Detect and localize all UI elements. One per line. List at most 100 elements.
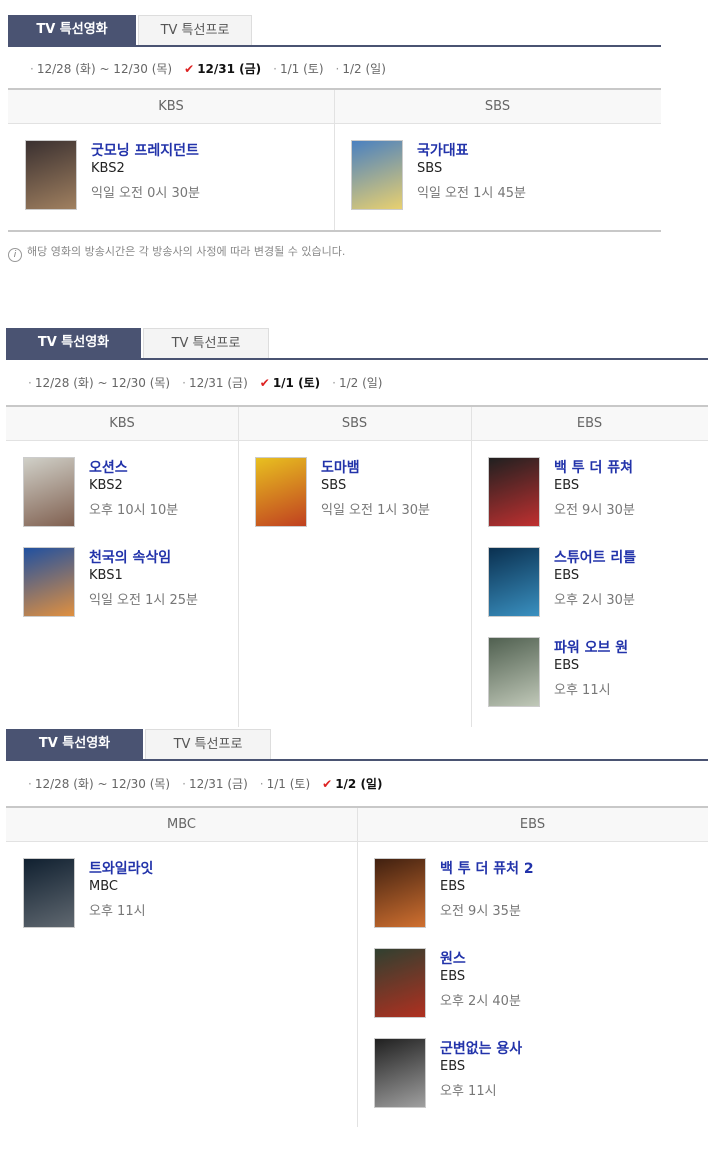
channel-grid: KBS 오션스 KBS2 오후 10시 10분 천국의 속삭임 KBS1 익일 오전 1시 … xyxy=(6,405,708,727)
date-option[interactable]: · 12/31 (금) xyxy=(182,376,248,390)
movie-channel: EBS xyxy=(440,969,466,984)
schedule-notice: i 해당 영화의 방송시간은 각 방송사의 사정에 따라 변경될 수 있습니다. xyxy=(8,243,345,262)
movie-item: 트와일라잇 MBC 오후 11시 xyxy=(23,858,350,930)
movie-title-link[interactable]: 백 투 더 퓨쳐 xyxy=(554,457,633,477)
movie-time: 오후 11시 xyxy=(89,904,146,919)
tab-bar: TV 특선영화 TV 특선프로 xyxy=(8,15,661,47)
movie-channel: EBS xyxy=(554,478,580,493)
date-selector: · 12/28 (화) ~ 12/30 (목) ✔ 12/31 (금) · 1/1 (토)… xyxy=(30,60,398,77)
movie-poster-icon[interactable] xyxy=(255,457,307,527)
column-divider xyxy=(357,808,358,1127)
movie-poster-icon[interactable] xyxy=(488,637,540,707)
movie-poster-icon[interactable] xyxy=(23,547,75,617)
bullet-icon: · xyxy=(182,777,186,791)
channel-grid: MBC 트와일라잇 MBC 오후 11시 EBS 백 투 더 퓨처 2 EBS 오전 9시 3… xyxy=(6,806,708,1127)
movie-item: 굿모닝 프레지던트 KBS2 익일 오전 0시 30분 xyxy=(25,140,327,212)
date-label: 12/31 (금) xyxy=(188,376,248,390)
date-label: 1/1 (토) xyxy=(272,376,321,390)
movie-time: 오전 9시 30분 xyxy=(554,503,635,518)
movie-item: 파워 오브 원 EBS 오후 11시 xyxy=(488,637,701,709)
movie-channel: KBS2 xyxy=(89,478,123,493)
channel-grid: KBS 굿모닝 프레지던트 KBS2 익일 오전 0시 30분 SBS 국가대표 SBS 익일… xyxy=(8,88,661,232)
movie-item: 백 투 더 퓨쳐 EBS 오전 9시 30분 xyxy=(488,457,701,529)
date-label: 1/2 (일) xyxy=(342,62,386,76)
movie-poster-icon[interactable] xyxy=(374,858,426,928)
date-selector: · 12/28 (화) ~ 12/30 (목) · 12/31 (금) ✔ 1/1 (토)… xyxy=(28,374,394,391)
movie-channel: EBS xyxy=(440,1059,466,1074)
movie-time: 오후 10시 10분 xyxy=(89,503,179,518)
movie-title-link[interactable]: 트와일라잇 xyxy=(89,858,153,878)
date-option[interactable]: · 12/28 (화) ~ 12/30 (목) xyxy=(28,376,170,390)
date-option[interactable]: ✔ 1/1 (토) xyxy=(260,376,320,390)
movie-poster-icon[interactable] xyxy=(23,858,75,928)
date-label: 12/31 (금) xyxy=(188,777,248,791)
movie-title-link[interactable]: 오션스 xyxy=(89,457,128,477)
date-option[interactable]: · 1/2 (일) xyxy=(336,62,386,76)
movie-title-link[interactable]: 백 투 더 퓨처 2 xyxy=(440,858,534,878)
movie-title-link[interactable]: 국가대표 xyxy=(417,140,469,160)
movie-poster-icon[interactable] xyxy=(374,1038,426,1108)
movie-poster-icon[interactable] xyxy=(25,140,77,210)
listing-panel: TV 특선영화 TV 특선프로 · 12/28 (화) ~ 12/30 (목) · 12/… xyxy=(6,328,708,765)
date-option[interactable]: · 1/1 (토) xyxy=(260,777,310,791)
date-option[interactable]: ✔ 12/31 (금) xyxy=(184,62,261,76)
date-option[interactable]: · 12/31 (금) xyxy=(182,777,248,791)
check-icon: ✔ xyxy=(322,777,333,791)
movie-title-link[interactable]: 원스 xyxy=(440,948,466,968)
movie-channel: EBS xyxy=(554,568,580,583)
movie-title-link[interactable]: 천국의 속삭임 xyxy=(89,547,171,567)
movie-title-link[interactable]: 스튜어트 리틀 xyxy=(554,547,636,567)
date-label: 12/28 (화) ~ 12/30 (목) xyxy=(34,777,171,791)
movie-time: 익일 오전 0시 30분 xyxy=(91,186,200,201)
date-selector: · 12/28 (화) ~ 12/30 (목) · 12/31 (금) · 1/1 (토)… xyxy=(28,775,394,792)
bullet-icon: · xyxy=(259,777,264,791)
movie-item: 군변없는 용사 EBS 오후 11시 xyxy=(374,1038,701,1110)
date-option[interactable]: ✔ 1/2 (일) xyxy=(322,777,382,791)
date-label: 12/31 (금) xyxy=(197,62,262,76)
movie-poster-icon[interactable] xyxy=(23,457,75,527)
notice-text: 해당 영화의 방송시간은 각 방송사의 사정에 따라 변경될 수 있습니다. xyxy=(27,245,346,258)
movie-poster-icon[interactable] xyxy=(488,547,540,617)
date-option[interactable]: · 1/1 (토) xyxy=(273,62,323,76)
bullet-icon: · xyxy=(30,62,34,76)
column-divider xyxy=(471,407,472,727)
bullet-icon: · xyxy=(332,376,336,390)
date-label: 1/2 (일) xyxy=(338,376,383,390)
column-divider xyxy=(238,407,239,727)
date-option[interactable]: · 12/28 (화) ~ 12/30 (목) xyxy=(28,777,170,791)
channel-header: MBC xyxy=(6,808,357,842)
column-divider xyxy=(334,90,335,232)
movie-title-link[interactable]: 도마뱀 xyxy=(321,457,360,477)
movie-poster-icon[interactable] xyxy=(351,140,403,210)
tab-bar: TV 특선영화 TV 특선프로 xyxy=(6,729,708,761)
listing-panel: TV 특선영화 TV 특선프로 · 12/28 (화) ~ 12/30 (목) ✔ 12/… xyxy=(8,15,661,270)
movie-channel: KBS1 xyxy=(89,568,123,583)
date-option[interactable]: · 1/2 (일) xyxy=(332,376,382,390)
check-icon: ✔ xyxy=(184,62,195,76)
movie-channel: KBS2 xyxy=(91,161,125,176)
bullet-icon: · xyxy=(273,62,277,76)
movie-time: 오후 11시 xyxy=(554,683,611,698)
tab-movie[interactable]: TV 특선영화 xyxy=(6,328,141,358)
tab-program[interactable]: TV 특선프로 xyxy=(145,729,271,759)
movie-title-link[interactable]: 군변없는 용사 xyxy=(440,1038,522,1058)
tab-program[interactable]: TV 특선프로 xyxy=(143,328,269,358)
grid-bottom-border xyxy=(8,230,661,232)
date-label: 12/28 (화) ~ 12/30 (목) xyxy=(34,376,171,390)
movie-item: 백 투 더 퓨처 2 EBS 오전 9시 35분 xyxy=(374,858,701,930)
movie-channel: SBS xyxy=(321,478,347,493)
tab-program[interactable]: TV 특선프로 xyxy=(138,15,252,45)
movie-item: 스튜어트 리틀 EBS 오후 2시 30분 xyxy=(488,547,701,619)
channel-header: SBS xyxy=(238,407,471,441)
movie-time: 오후 11시 xyxy=(440,1084,497,1099)
tab-movie[interactable]: TV 특선영화 xyxy=(8,15,136,45)
movie-title-link[interactable]: 굿모닝 프레지던트 xyxy=(91,140,199,160)
movie-title-link[interactable]: 파워 오브 원 xyxy=(554,637,628,657)
listing-panel: TV 특선영화 TV 특선프로 · 12/28 (화) ~ 12/30 (목) · 12/… xyxy=(6,729,708,1165)
movie-time: 익일 오전 1시 30분 xyxy=(321,503,430,518)
tab-movie[interactable]: TV 특선영화 xyxy=(6,729,143,759)
bullet-icon: · xyxy=(335,62,340,76)
movie-poster-icon[interactable] xyxy=(374,948,426,1018)
date-option[interactable]: · 12/28 (화) ~ 12/30 (목) xyxy=(30,62,172,76)
movie-poster-icon[interactable] xyxy=(488,457,540,527)
